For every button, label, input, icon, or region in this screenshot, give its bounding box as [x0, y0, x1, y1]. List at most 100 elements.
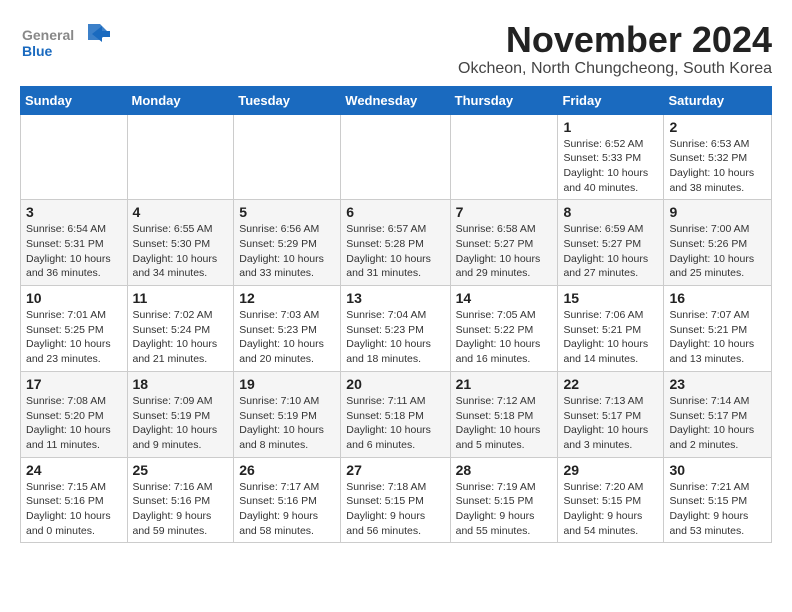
day-number: 2: [669, 119, 766, 135]
day-info: Sunrise: 7:08 AMSunset: 5:20 PMDaylight:…: [26, 394, 122, 453]
day-number: 27: [346, 462, 444, 478]
calendar-cell: 23 Sunrise: 7:14 AMSunset: 5:17 PMDayligh…: [664, 371, 772, 457]
day-number: 16: [669, 290, 766, 306]
calendar-table: Sunday Monday Tuesday Wednesday Thursday…: [20, 86, 772, 544]
day-number: 29: [563, 462, 658, 478]
logo-general: General Blue: [20, 20, 120, 69]
calendar-week-3: 17 Sunrise: 7:08 AMSunset: 5:20 PMDayligh…: [21, 371, 772, 457]
calendar-cell: 6Sunrise: 6:57 AMSunset: 5:28 PMDaylight…: [341, 200, 450, 286]
day-info: Sunrise: 6:58 AMSunset: 5:27 PMDaylight:…: [456, 222, 553, 281]
day-number: 18: [133, 376, 229, 392]
day-number: 30: [669, 462, 766, 478]
day-info: Sunrise: 6:55 AMSunset: 5:30 PMDaylight:…: [133, 222, 229, 281]
day-info: Sunrise: 7:10 AMSunset: 5:19 PMDaylight:…: [239, 394, 335, 453]
day-info: Sunrise: 7:15 AMSunset: 5:16 PMDaylight:…: [26, 480, 122, 539]
col-saturday: Saturday: [664, 86, 772, 114]
day-info: Sunrise: 7:02 AMSunset: 5:24 PMDaylight:…: [133, 308, 229, 367]
page-container: General Blue November 2024 Okcheon, Nort…: [0, 0, 792, 553]
calendar-cell: 17 Sunrise: 7:08 AMSunset: 5:20 PMDayligh…: [21, 371, 128, 457]
calendar-body: 1Sunrise: 6:52 AMSunset: 5:33 PMDaylight…: [21, 114, 772, 543]
calendar-week-2: 10 Sunrise: 7:01 AMSunset: 5:25 PMDayligh…: [21, 286, 772, 372]
calendar-cell: 25 Sunrise: 7:16 AMSunset: 5:16 PMDayligh…: [127, 457, 234, 543]
day-info: Sunrise: 6:56 AMSunset: 5:29 PMDaylight:…: [239, 222, 335, 281]
calendar-cell: 11 Sunrise: 7:02 AMSunset: 5:24 PMDayligh…: [127, 286, 234, 372]
calendar-cell: 28 Sunrise: 7:19 AMSunset: 5:15 PMDayligh…: [450, 457, 558, 543]
calendar-cell: 7 Sunrise: 6:58 AMSunset: 5:27 PMDaylight…: [450, 200, 558, 286]
svg-text:Blue: Blue: [22, 43, 53, 59]
calendar-cell: 10 Sunrise: 7:01 AMSunset: 5:25 PMDayligh…: [21, 286, 128, 372]
calendar-cell: 13 Sunrise: 7:04 AMSunset: 5:23 PMDayligh…: [341, 286, 450, 372]
calendar-header: Sunday Monday Tuesday Wednesday Thursday…: [21, 86, 772, 114]
day-number: 4: [133, 204, 229, 220]
day-number: 22: [563, 376, 658, 392]
col-sunday: Sunday: [21, 86, 128, 114]
day-number: 28: [456, 462, 553, 478]
day-number: 8: [563, 204, 658, 220]
day-info: Sunrise: 7:04 AMSunset: 5:23 PMDaylight:…: [346, 308, 444, 367]
calendar-cell: 5 Sunrise: 6:56 AMSunset: 5:29 PMDaylight…: [234, 200, 341, 286]
calendar-cell: [450, 114, 558, 200]
calendar-week-4: 24 Sunrise: 7:15 AMSunset: 5:16 PMDayligh…: [21, 457, 772, 543]
day-info: Sunrise: 7:14 AMSunset: 5:17 PMDaylight:…: [669, 394, 766, 453]
calendar-cell: [127, 114, 234, 200]
calendar-cell: 21 Sunrise: 7:12 AMSunset: 5:18 PMDayligh…: [450, 371, 558, 457]
day-info: Sunrise: 7:20 AMSunset: 5:15 PMDaylight:…: [563, 480, 658, 539]
day-info: Sunrise: 6:54 AMSunset: 5:31 PMDaylight:…: [26, 222, 122, 281]
day-info: Sunrise: 6:53 AMSunset: 5:32 PMDaylight:…: [669, 137, 766, 196]
calendar-week-0: 1Sunrise: 6:52 AMSunset: 5:33 PMDaylight…: [21, 114, 772, 200]
col-tuesday: Tuesday: [234, 86, 341, 114]
subtitle: Okcheon, North Chungcheong, South Korea: [458, 60, 772, 78]
calendar-cell: 15 Sunrise: 7:06 AMSunset: 5:21 PMDayligh…: [558, 286, 664, 372]
calendar-cell: 9Sunrise: 7:00 AMSunset: 5:26 PMDaylight…: [664, 200, 772, 286]
month-title: November 2024: [458, 20, 772, 60]
day-number: 1: [563, 119, 658, 135]
calendar-cell: 12 Sunrise: 7:03 AMSunset: 5:23 PMDayligh…: [234, 286, 341, 372]
calendar-cell: 4 Sunrise: 6:55 AMSunset: 5:30 PMDaylight…: [127, 200, 234, 286]
day-info: Sunrise: 7:21 AMSunset: 5:15 PMDaylight:…: [669, 480, 766, 539]
header: General Blue November 2024 Okcheon, Nort…: [20, 20, 772, 78]
day-number: 5: [239, 204, 335, 220]
day-info: Sunrise: 7:06 AMSunset: 5:21 PMDaylight:…: [563, 308, 658, 367]
day-number: 15: [563, 290, 658, 306]
day-number: 24: [26, 462, 122, 478]
day-info: Sunrise: 7:17 AMSunset: 5:16 PMDaylight:…: [239, 480, 335, 539]
calendar-cell: 18 Sunrise: 7:09 AMSunset: 5:19 PMDayligh…: [127, 371, 234, 457]
calendar-cell: 14 Sunrise: 7:05 AMSunset: 5:22 PMDayligh…: [450, 286, 558, 372]
svg-text:General: General: [22, 27, 74, 43]
calendar-cell: 20Sunrise: 7:11 AMSunset: 5:18 PMDayligh…: [341, 371, 450, 457]
day-number: 13: [346, 290, 444, 306]
day-number: 7: [456, 204, 553, 220]
calendar-cell: 3 Sunrise: 6:54 AMSunset: 5:31 PMDaylight…: [21, 200, 128, 286]
calendar-cell: 29 Sunrise: 7:20 AMSunset: 5:15 PMDayligh…: [558, 457, 664, 543]
day-number: 12: [239, 290, 335, 306]
day-number: 21: [456, 376, 553, 392]
calendar-week-1: 3 Sunrise: 6:54 AMSunset: 5:31 PMDaylight…: [21, 200, 772, 286]
day-info: Sunrise: 7:19 AMSunset: 5:15 PMDaylight:…: [456, 480, 553, 539]
day-number: 20: [346, 376, 444, 392]
calendar-cell: 27 Sunrise: 7:18 AMSunset: 5:15 PMDayligh…: [341, 457, 450, 543]
calendar-cell: [341, 114, 450, 200]
day-info: Sunrise: 7:03 AMSunset: 5:23 PMDaylight:…: [239, 308, 335, 367]
day-info: Sunrise: 7:07 AMSunset: 5:21 PMDaylight:…: [669, 308, 766, 367]
day-number: 10: [26, 290, 122, 306]
day-number: 3: [26, 204, 122, 220]
day-number: 14: [456, 290, 553, 306]
day-info: Sunrise: 7:12 AMSunset: 5:18 PMDaylight:…: [456, 394, 553, 453]
header-row: Sunday Monday Tuesday Wednesday Thursday…: [21, 86, 772, 114]
day-number: 25: [133, 462, 229, 478]
day-info: Sunrise: 7:09 AMSunset: 5:19 PMDaylight:…: [133, 394, 229, 453]
col-friday: Friday: [558, 86, 664, 114]
day-number: 9: [669, 204, 766, 220]
day-info: Sunrise: 7:05 AMSunset: 5:22 PMDaylight:…: [456, 308, 553, 367]
day-info: Sunrise: 7:16 AMSunset: 5:16 PMDaylight:…: [133, 480, 229, 539]
day-info: Sunrise: 7:18 AMSunset: 5:15 PMDaylight:…: [346, 480, 444, 539]
day-info: Sunrise: 7:01 AMSunset: 5:25 PMDaylight:…: [26, 308, 122, 367]
title-block: November 2024 Okcheon, North Chungcheong…: [458, 20, 772, 78]
day-number: 11: [133, 290, 229, 306]
day-number: 17: [26, 376, 122, 392]
calendar-cell: 26 Sunrise: 7:17 AMSunset: 5:16 PMDayligh…: [234, 457, 341, 543]
calendar-cell: [21, 114, 128, 200]
day-number: 6: [346, 204, 444, 220]
day-number: 26: [239, 462, 335, 478]
day-number: 23: [669, 376, 766, 392]
